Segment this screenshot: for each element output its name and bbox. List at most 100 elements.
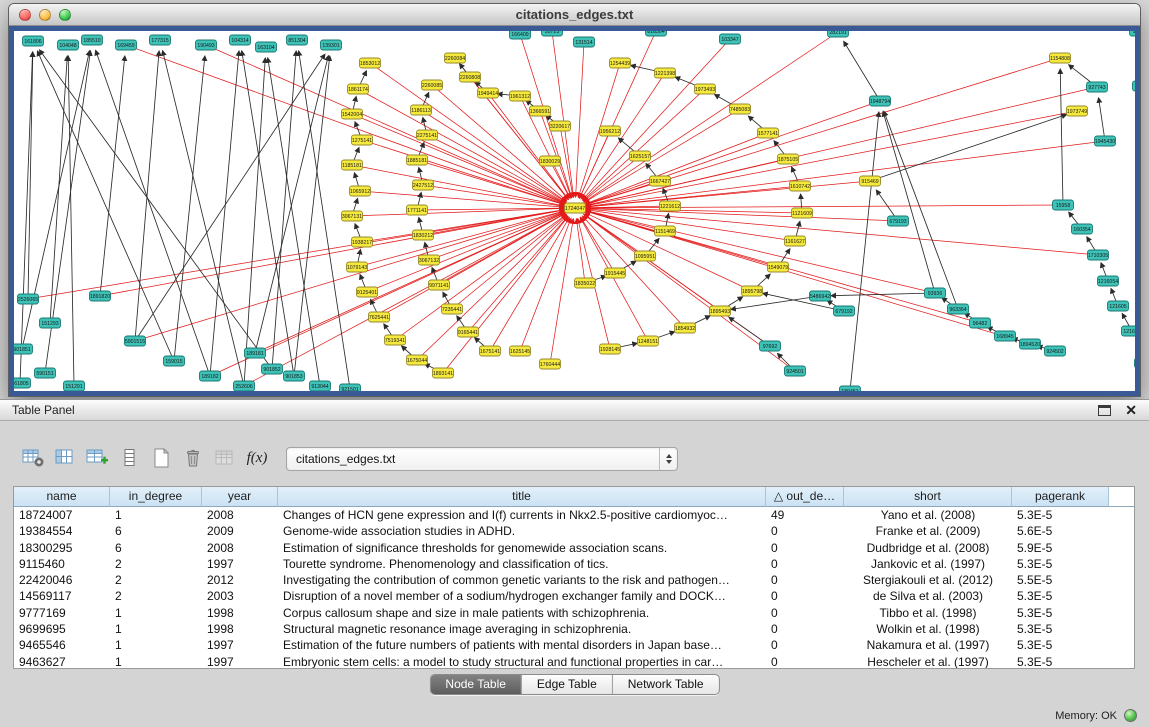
table-cell[interactable]: 9777169 — [14, 605, 110, 621]
graph-node[interactable]: 104314 — [230, 35, 251, 45]
graph-node[interactable]: 1771141 — [407, 205, 428, 215]
graph-edge[interactable] — [576, 219, 585, 283]
table-selector[interactable]: citations_edges.txt — [286, 447, 678, 471]
table-cell[interactable]: 1997 — [202, 654, 278, 669]
table-cell[interactable]: 5.3E-5 — [1012, 507, 1109, 523]
graph-edge[interactable] — [135, 211, 564, 341]
table-cell[interactable]: 1 — [110, 507, 202, 523]
column-header-year[interactable]: year — [202, 487, 278, 507]
table-row[interactable]: 977716911998Corpus callosum shape and si… — [14, 605, 1134, 621]
graph-node[interactable]: 1675044 — [407, 355, 428, 365]
graph-node[interactable]: 1151469 — [655, 226, 676, 236]
table-cell[interactable]: 1 — [110, 654, 202, 669]
graph-node[interactable]: 915469 — [860, 176, 881, 186]
graph-node[interactable]: 7519341 — [385, 335, 406, 345]
table-cell[interactable]: 2008 — [202, 540, 278, 556]
graph-edge[interactable] — [550, 219, 573, 364]
graph-node[interactable]: 9125401 — [357, 287, 378, 297]
graph-edge[interactable] — [581, 217, 615, 273]
graph-node[interactable]: 1577141 — [758, 128, 779, 138]
graph-node[interactable]: 169459 — [116, 40, 137, 50]
graph-node[interactable]: 1945430 — [1095, 136, 1116, 146]
graph-node[interactable]: 1830029 — [540, 156, 561, 166]
table-cell[interactable]: 0 — [766, 621, 844, 637]
graph-node[interactable]: 1948794 — [870, 96, 891, 106]
table-cell[interactable]: 5.3E-5 — [1012, 588, 1109, 604]
graph-node[interactable]: 3067131 — [342, 211, 363, 221]
graph-node[interactable]: 1366591 — [530, 106, 551, 116]
graph-node[interactable]: 1625145 — [510, 346, 531, 356]
graph-node[interactable]: 189182 — [200, 371, 221, 381]
table-cell[interactable]: 18300295 — [14, 540, 110, 556]
table-cell[interactable]: Hescheler et al. (1997) — [844, 654, 1012, 669]
graph-node[interactable]: 3067132 — [419, 255, 440, 265]
table-cell[interactable]: 5.3E-5 — [1012, 654, 1109, 669]
graph-node[interactable]: 677102 — [1135, 358, 1136, 368]
table-cell[interactable]: 5.3E-5 — [1012, 605, 1109, 621]
table-cell[interactable]: Tourette syndrome. Phenomenology and cla… — [278, 556, 766, 572]
graph-edge[interactable] — [242, 51, 294, 376]
table-cell[interactable]: Franke et al. (2009) — [844, 523, 1012, 539]
graph-node[interactable]: 1854932 — [675, 323, 696, 333]
table-cell[interactable]: 0 — [766, 572, 844, 588]
graph-node[interactable]: 151291 — [64, 381, 85, 391]
graph-node[interactable]: 161805 — [14, 378, 31, 388]
graph-node[interactable]: 1221398 — [655, 68, 676, 78]
table-cell[interactable]: Nakamura et al. (1997) — [844, 637, 1012, 653]
table-row[interactable]: 2242004622012Investigating the contribut… — [14, 572, 1134, 588]
table-cell[interactable]: 2009 — [202, 523, 278, 539]
graph-node[interactable]: 1760444 — [540, 359, 561, 369]
graph-node[interactable]: 1724047 — [565, 203, 586, 213]
graph-node[interactable]: 93936 — [925, 288, 946, 298]
graph-node[interactable]: 1961312 — [510, 91, 531, 101]
table-cell[interactable]: 6 — [110, 523, 202, 539]
graph-node[interactable]: 185510 — [82, 35, 103, 45]
table-row[interactable]: 1830029562008Estimation of significance … — [14, 540, 1134, 556]
graph-edge[interactable] — [586, 208, 898, 221]
graph-node[interactable]: 252606 — [234, 381, 255, 391]
graph-edge[interactable] — [439, 213, 565, 285]
graph-node[interactable]: 1973749 — [1067, 106, 1088, 116]
tab-node-table[interactable]: Node Table — [430, 675, 522, 694]
graph-node[interactable]: 1667427 — [650, 176, 671, 186]
graph-node[interactable]: 1254439 — [610, 58, 631, 68]
graph-node[interactable]: 168945 — [995, 331, 1016, 341]
graph-edge[interactable] — [100, 56, 125, 296]
table-cell[interactable]: 49 — [766, 507, 844, 523]
table-cell[interactable]: 2008 — [202, 507, 278, 523]
table-cell[interactable]: 9463627 — [14, 654, 110, 669]
graph-node[interactable]: 9971141 — [429, 280, 450, 290]
delete-table-icon[interactable] — [180, 445, 206, 471]
table-cell[interactable]: 0 — [766, 523, 844, 539]
graph-node[interactable]: 1549079 — [768, 262, 789, 272]
graph-edge[interactable] — [576, 42, 584, 197]
graph-edge[interactable] — [520, 218, 571, 351]
graph-node[interactable]: 103347 — [720, 34, 741, 44]
row-list-icon[interactable] — [116, 445, 142, 471]
graph-node[interactable]: 2260084 — [445, 53, 466, 63]
table-cell[interactable]: 1 — [110, 621, 202, 637]
table-cell[interactable]: 0 — [766, 637, 844, 653]
graph-node[interactable]: 901853 — [284, 371, 305, 381]
close-panel-icon[interactable]: ✕ — [1125, 403, 1137, 417]
graph-node[interactable]: 151293 — [40, 318, 61, 328]
graph-node[interactable]: 818304 — [646, 31, 667, 36]
graph-edge[interactable] — [294, 56, 330, 376]
network-canvas[interactable]: 1724047185301218611741542004127514111851… — [14, 31, 1135, 391]
graph-node[interactable]: 131514 — [574, 37, 595, 47]
graph-edge[interactable] — [586, 111, 1077, 206]
graph-edge[interactable] — [68, 56, 74, 386]
column-header-pagerank[interactable]: pagerank — [1012, 487, 1109, 507]
graph-edge[interactable] — [272, 51, 296, 369]
float-panel-icon[interactable] — [1098, 405, 1111, 416]
table-cell[interactable]: 0 — [766, 654, 844, 669]
table-cell[interactable]: Genome-wide association studies in ADHD. — [278, 523, 766, 539]
graph-node[interactable]: 189181 — [245, 348, 266, 358]
network-view[interactable]: 1724047185301218611741542004127514111851… — [14, 31, 1135, 391]
table-cell[interactable]: Corpus callosum shape and size in male p… — [278, 605, 766, 621]
column-header-name[interactable]: name — [14, 487, 110, 507]
graph-edge[interactable] — [20, 52, 33, 383]
graph-node[interactable]: 1835022 — [575, 278, 596, 288]
graph-edge[interactable] — [370, 63, 566, 202]
create-column-icon[interactable] — [84, 445, 110, 471]
